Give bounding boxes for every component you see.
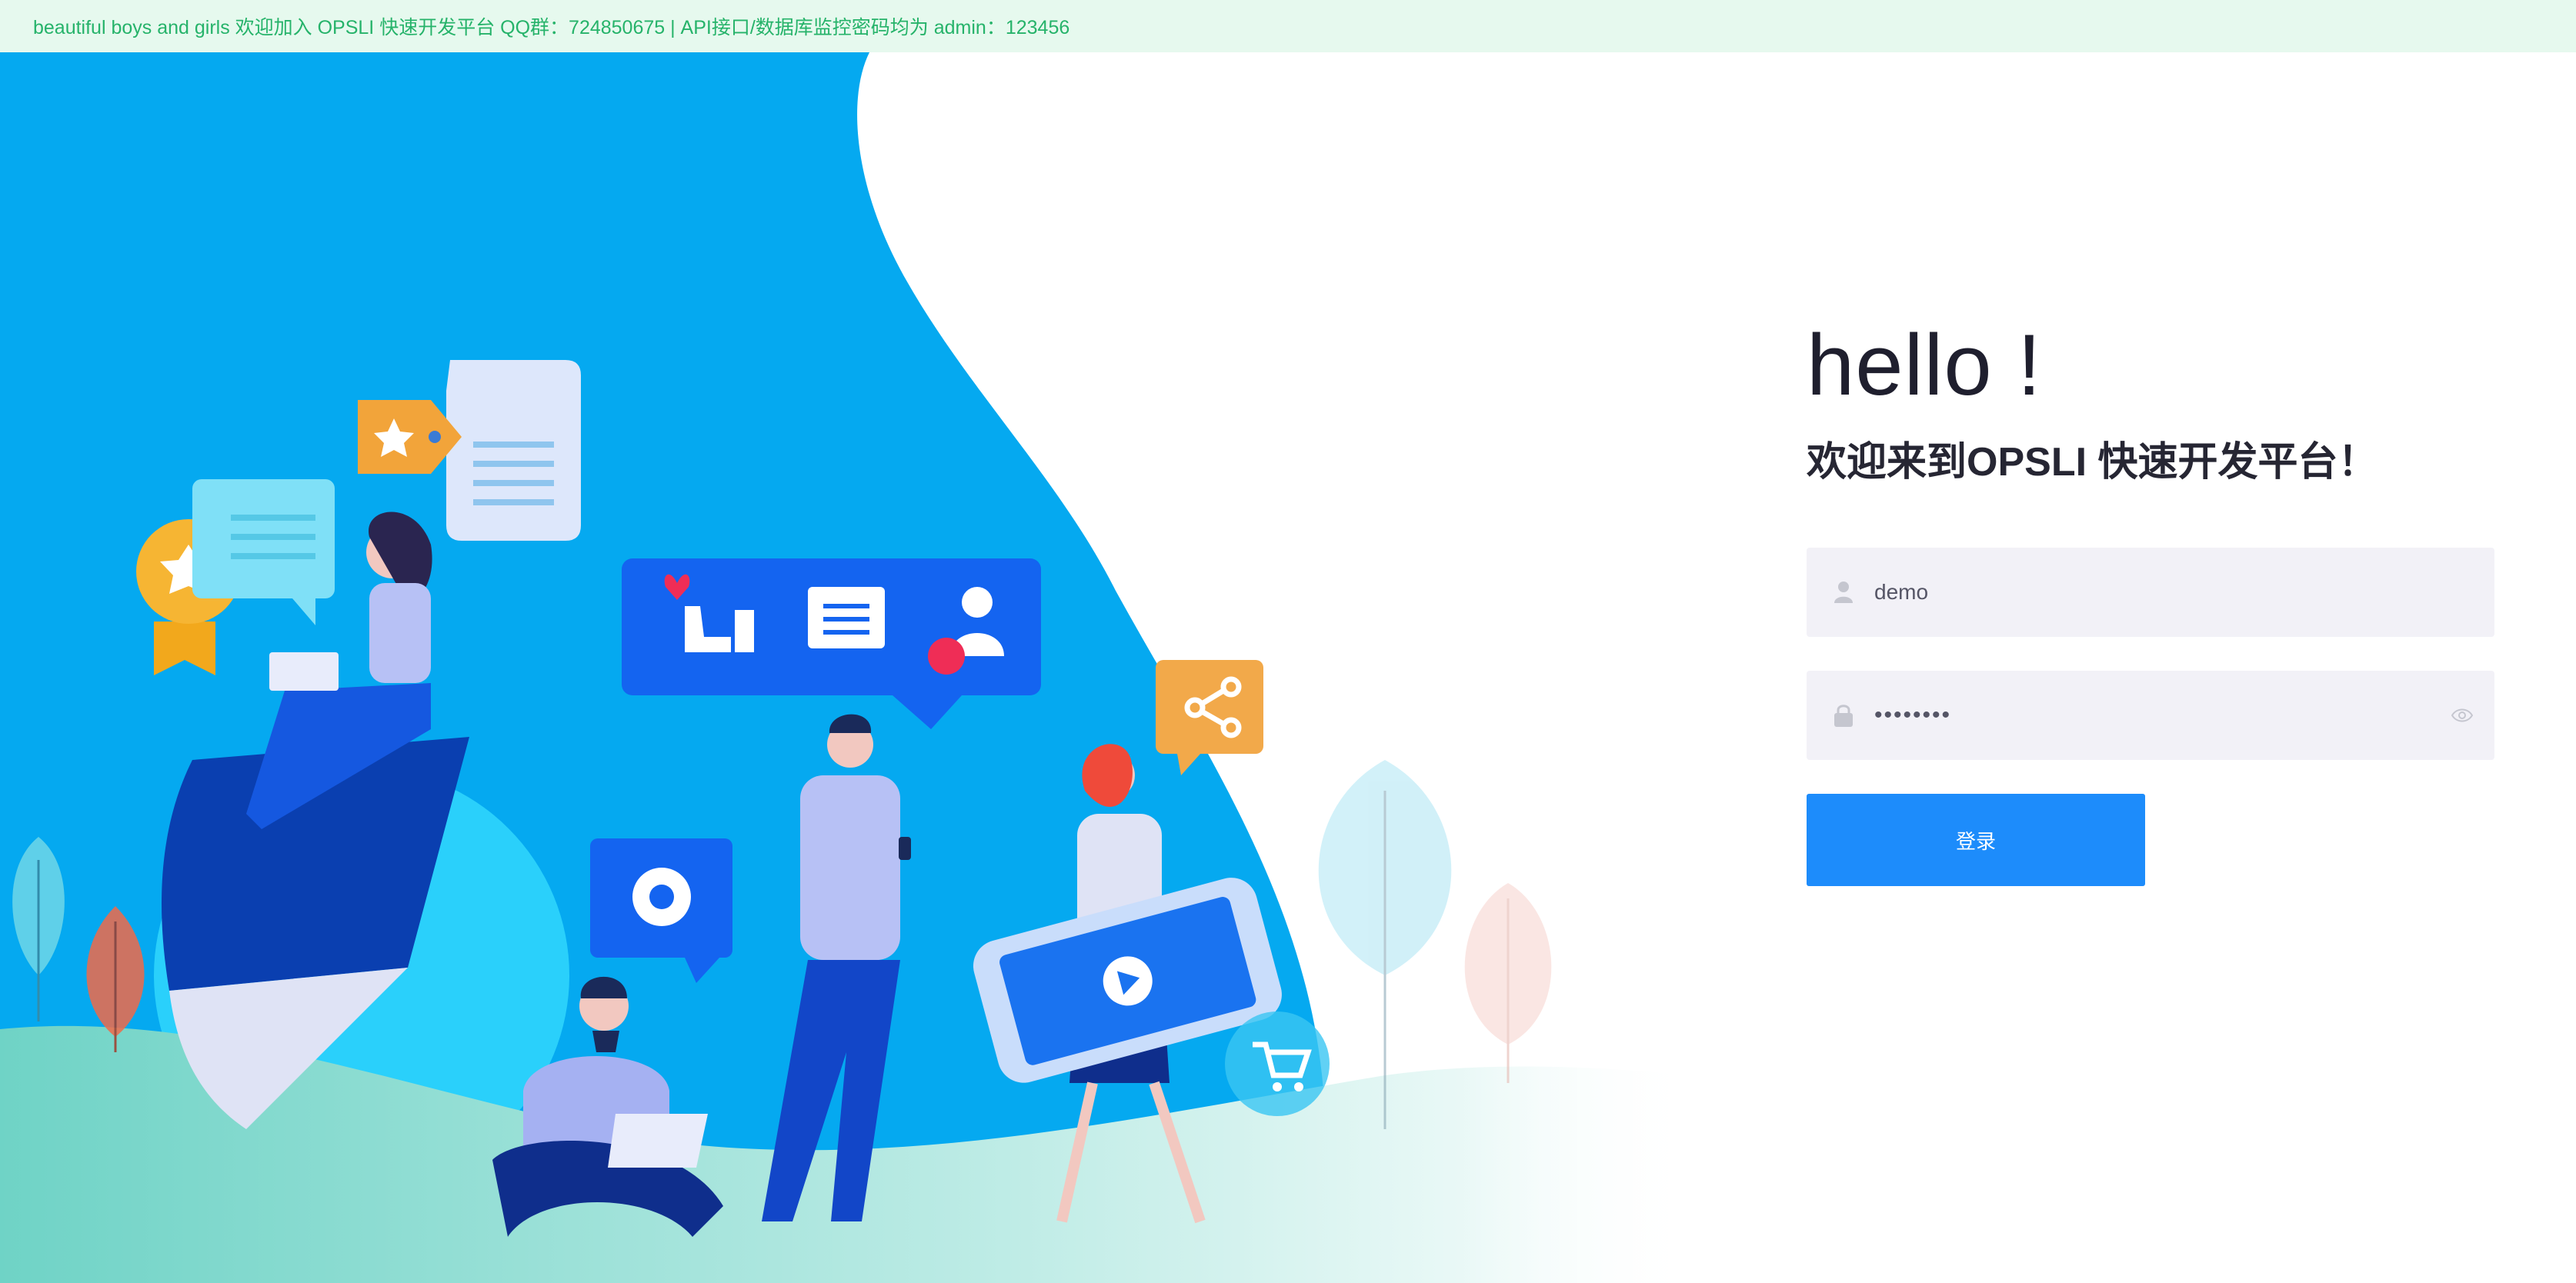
notice-text: beautiful boys and girls 欢迎加入 OPSLI 快速开发… bbox=[33, 17, 1070, 38]
eye-icon[interactable] bbox=[2447, 700, 2478, 731]
login-button[interactable]: 登录 bbox=[1807, 794, 2145, 886]
password-field[interactable] bbox=[1807, 671, 2494, 760]
username-field[interactable] bbox=[1807, 548, 2494, 637]
password-input[interactable] bbox=[1874, 671, 2447, 760]
username-input[interactable] bbox=[1874, 548, 2494, 637]
notice-bar: beautiful boys and girls 欢迎加入 OPSLI 快速开发… bbox=[0, 0, 2576, 52]
login-illustration bbox=[0, 52, 1693, 1283]
hello-heading: hello ! bbox=[1807, 317, 2042, 413]
lock-icon bbox=[1828, 700, 1859, 731]
welcome-heading: 欢迎来到OPSLI 快速开发平台！ bbox=[1807, 440, 2378, 485]
user-icon bbox=[1828, 577, 1859, 608]
login-panel: hello ! 欢迎来到OPSLI 快速开发平台！ 登录 bbox=[1807, 315, 2499, 886]
